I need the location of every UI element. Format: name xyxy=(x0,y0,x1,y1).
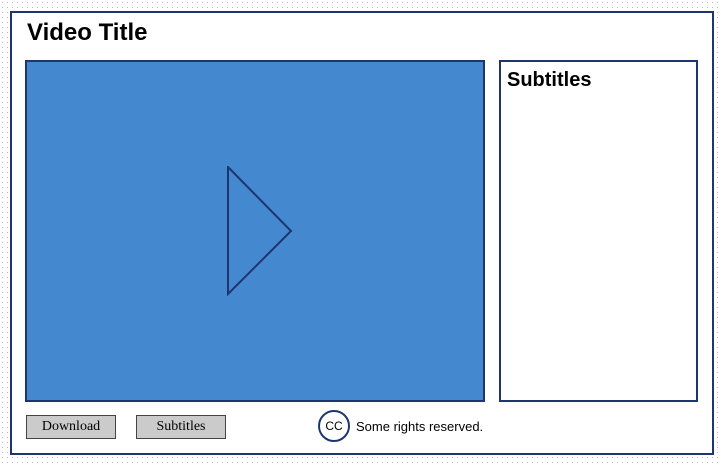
play-icon[interactable] xyxy=(227,166,293,296)
download-button[interactable]: Download xyxy=(26,415,116,439)
page-title: Video Title xyxy=(27,19,148,46)
video-page-frame: Video Title Subtitles Download Subtitles… xyxy=(10,11,714,455)
subtitles-panel: Subtitles xyxy=(499,60,698,402)
license-text: Some rights reserved. xyxy=(356,418,484,434)
page-background: Video Title Subtitles Download Subtitles… xyxy=(0,0,721,465)
subtitles-button[interactable]: Subtitles xyxy=(136,415,226,439)
video-player[interactable] xyxy=(25,60,485,402)
creative-commons-icon: CC xyxy=(318,410,350,442)
license-notice: CC Some rights reserved. xyxy=(318,410,483,442)
subtitles-heading: Subtitles xyxy=(507,69,592,91)
